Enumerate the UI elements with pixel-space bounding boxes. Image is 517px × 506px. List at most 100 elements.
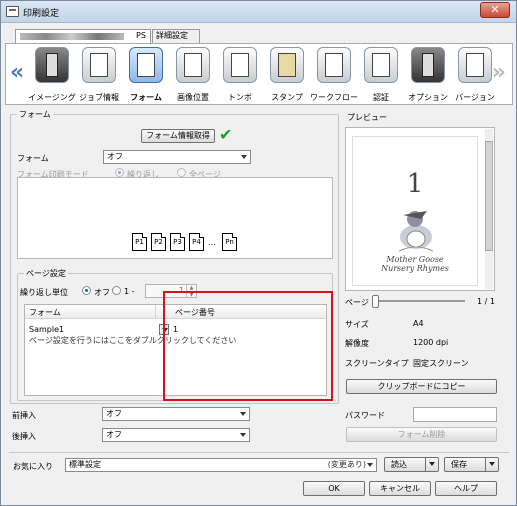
- tab-detail-settings[interactable]: 詳細設定: [152, 29, 200, 43]
- page-setting-title: ページ設定: [24, 268, 68, 279]
- preview-area: 1 Mother Goose Nursery Rhymes: [345, 127, 495, 291]
- toolbar-version-button[interactable]: バージョン: [453, 47, 497, 103]
- divider: [9, 452, 509, 453]
- get-form-info-button[interactable]: フォーム情報取得: [141, 129, 215, 143]
- preview-page: 1 Mother Goose Nursery Rhymes: [352, 136, 478, 286]
- toolbar-authentication-button[interactable]: 認証: [359, 47, 403, 103]
- preview-page-number: 1: [406, 169, 424, 199]
- screen-type-value: 固定スクリーン: [413, 359, 469, 368]
- toolbar-label: バージョン: [455, 93, 495, 102]
- load-button-label: 読込: [391, 460, 407, 469]
- toolbar-crop-marks-button[interactable]: トンボ: [218, 47, 262, 103]
- toolbar-stamp-button[interactable]: スタンプ: [265, 47, 309, 103]
- column-header-form[interactable]: フォーム: [29, 307, 61, 318]
- help-button[interactable]: ヘルプ: [435, 481, 497, 496]
- scrollbar-thumb[interactable]: [485, 141, 493, 251]
- toolbar-image-position-button[interactable]: 画像位置: [171, 47, 215, 103]
- preview-title: プレビュー: [347, 113, 387, 122]
- after-insert-select[interactable]: オフ: [102, 428, 250, 442]
- password-label: パスワード: [345, 411, 385, 420]
- copy-to-clipboard-button[interactable]: クリップボードにコピー: [346, 379, 497, 394]
- favorites-value: 標準設定: [69, 460, 101, 469]
- printer-name-redacted: [20, 33, 124, 40]
- table-row-form[interactable]: Sample1: [29, 325, 64, 334]
- image-position-icon: [176, 47, 210, 83]
- after-insert-value: オフ: [106, 430, 122, 439]
- window-title: 印刷設定: [23, 9, 60, 19]
- highlight-box: [163, 291, 333, 401]
- goose-illustration-icon: [398, 211, 434, 252]
- print-settings-window: 印刷設定 ✕ PS 詳細設定 « » イメージング ジョブ情報 フォーム 画像位…: [0, 0, 517, 506]
- job-info-icon: [82, 47, 116, 83]
- favorites-select[interactable]: 標準設定 (変更あり): [65, 458, 377, 472]
- page-count: 1 / 1: [477, 297, 495, 306]
- repeat-unit-label: 繰り返し単位: [20, 288, 68, 297]
- feature-toolbar: « » イメージング ジョブ情報 フォーム 画像位置 トンボ スタンプ ワークフ…: [5, 43, 513, 105]
- page-ellipsis: ...: [208, 238, 216, 247]
- toolbar-form-button[interactable]: フォーム: [124, 47, 168, 103]
- repeat-radio[interactable]: [115, 168, 124, 177]
- close-button[interactable]: ✕: [480, 2, 510, 18]
- version-icon: [458, 47, 492, 83]
- page-thumbnail: P2: [151, 233, 166, 251]
- chevron-down-icon[interactable]: [485, 458, 498, 471]
- workflow-icon: [317, 47, 351, 83]
- page-label: ページ: [345, 298, 369, 307]
- form-settings-panel: フォーム フォーム情報取得 ✔ フォーム オフ フォーム印刷モード 繰り返し 全…: [10, 109, 339, 454]
- page-thumbnail: P3: [170, 233, 185, 251]
- page-thumbnail: P1: [132, 233, 147, 251]
- preview-panel: プレビュー 1 Mother Goose Nursery Rhymes ページ: [345, 109, 505, 454]
- scroll-left-arrow-icon[interactable]: «: [10, 60, 24, 85]
- page-slider[interactable]: [372, 295, 465, 308]
- favorites-changed-indicator: (変更あり): [327, 460, 366, 469]
- toolbar-imaging-button[interactable]: イメージング: [28, 47, 76, 103]
- authentication-icon: [364, 47, 398, 83]
- chevron-down-icon[interactable]: [425, 458, 438, 471]
- delete-form-button[interactable]: フォーム削除: [346, 427, 497, 442]
- preview-caption-line: Mother Goose: [386, 255, 444, 264]
- title-bar: 印刷設定 ✕: [1, 1, 516, 23]
- ok-button[interactable]: OK: [303, 481, 365, 496]
- resolution-value: 1200 dpi: [413, 338, 449, 347]
- form-select[interactable]: オフ: [103, 150, 251, 164]
- slider-knob[interactable]: [372, 295, 379, 308]
- size-label: サイズ: [345, 320, 369, 329]
- chevron-down-icon: [241, 155, 247, 159]
- toolbar-job-info-button[interactable]: ジョブ情報: [77, 47, 121, 103]
- chevron-down-icon: [240, 412, 246, 416]
- column-divider: [155, 305, 156, 319]
- tab-ps-label: PS: [136, 31, 146, 40]
- form-select-value: オフ: [107, 152, 123, 161]
- resolution-label: 解像度: [345, 339, 369, 348]
- before-insert-select[interactable]: オフ: [102, 407, 250, 421]
- toolbar-workflow-button[interactable]: ワークフロー: [310, 47, 358, 103]
- repeat-unit-off-radio[interactable]: [82, 286, 91, 295]
- tab-ps[interactable]: PS: [15, 29, 151, 44]
- all-pages-radio[interactable]: [177, 168, 186, 177]
- form-icon: [129, 47, 163, 83]
- save-button-label: 保存: [451, 460, 467, 469]
- after-insert-label: 後挿入: [12, 432, 36, 441]
- stamp-icon: [270, 47, 304, 83]
- page-thumbnail: Pn: [222, 233, 237, 251]
- options-icon: [411, 47, 445, 83]
- repeat-unit-off-label: オフ: [94, 288, 110, 297]
- cancel-button[interactable]: キャンセル: [369, 481, 431, 496]
- preview-caption: Mother Goose Nursery Rhymes: [353, 255, 477, 273]
- preview-scrollbar[interactable]: [485, 129, 493, 289]
- imaging-icon: [35, 47, 69, 83]
- save-split-button[interactable]: 保存: [444, 457, 499, 472]
- favorites-label: お気に入り: [13, 462, 53, 471]
- chevron-down-icon: [240, 433, 246, 437]
- load-split-button[interactable]: 読込: [384, 457, 439, 472]
- checkmark-icon: ✔: [219, 125, 233, 144]
- page-thumbnail: P4: [189, 233, 204, 251]
- chevron-down-icon: [367, 463, 373, 467]
- repeat-unit-range-label: 1 -: [124, 287, 135, 296]
- screen-type-label: スクリーンタイプ: [345, 359, 409, 368]
- password-field[interactable]: [413, 407, 497, 422]
- toolbar-options-button[interactable]: オプション: [406, 47, 450, 103]
- repeat-unit-range-radio[interactable]: [112, 286, 121, 295]
- crop-marks-icon: [223, 47, 257, 83]
- preview-caption-line: Nursery Rhymes: [381, 264, 449, 273]
